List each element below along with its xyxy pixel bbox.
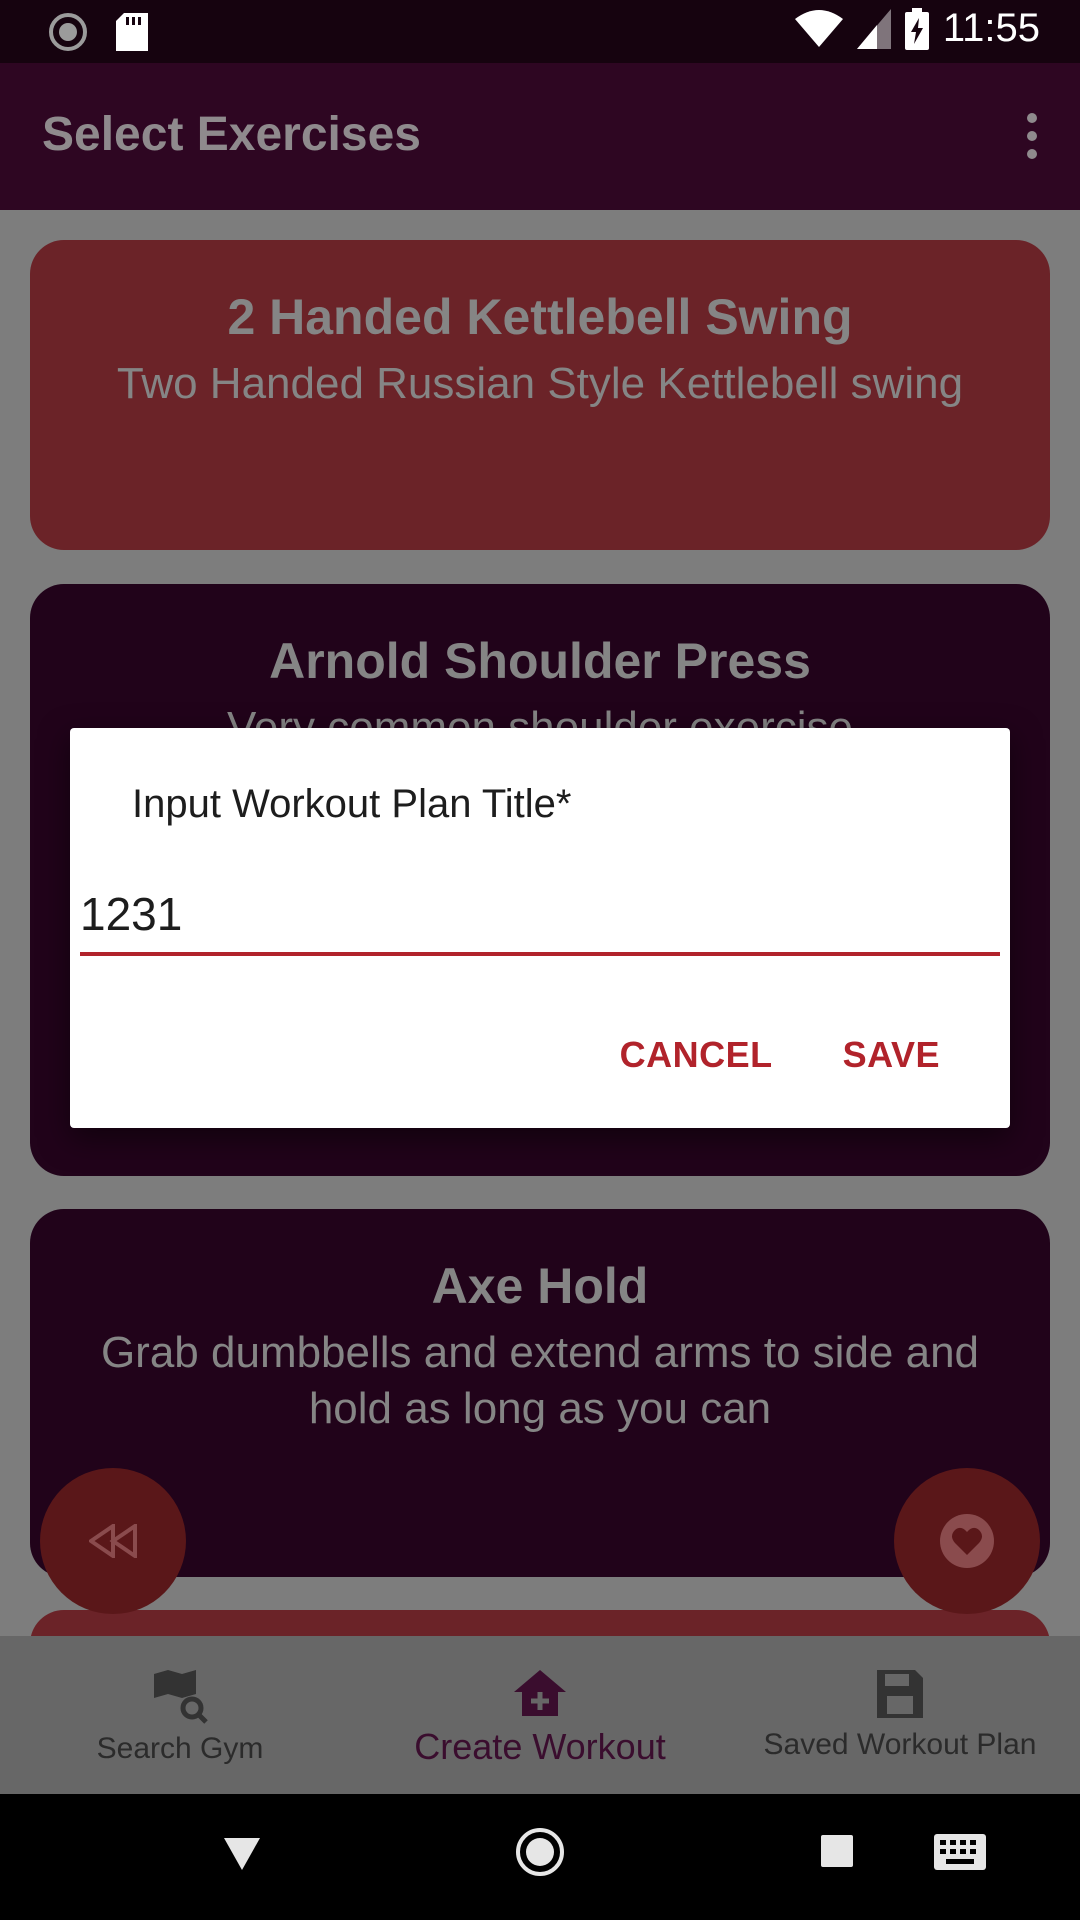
save-button[interactable]: SAVE <box>843 1034 940 1076</box>
dialog-title: Input Workout Plan Title* <box>132 782 572 826</box>
dialog-scrim: Input Workout Plan Title* CANCEL SAVE <box>0 0 1080 1920</box>
dialog-actions: CANCEL SAVE <box>620 1034 940 1076</box>
workout-title-dialog: Input Workout Plan Title* CANCEL SAVE <box>70 728 1010 1128</box>
cancel-button[interactable]: CANCEL <box>620 1034 773 1076</box>
workout-title-input[interactable] <box>80 876 1000 956</box>
